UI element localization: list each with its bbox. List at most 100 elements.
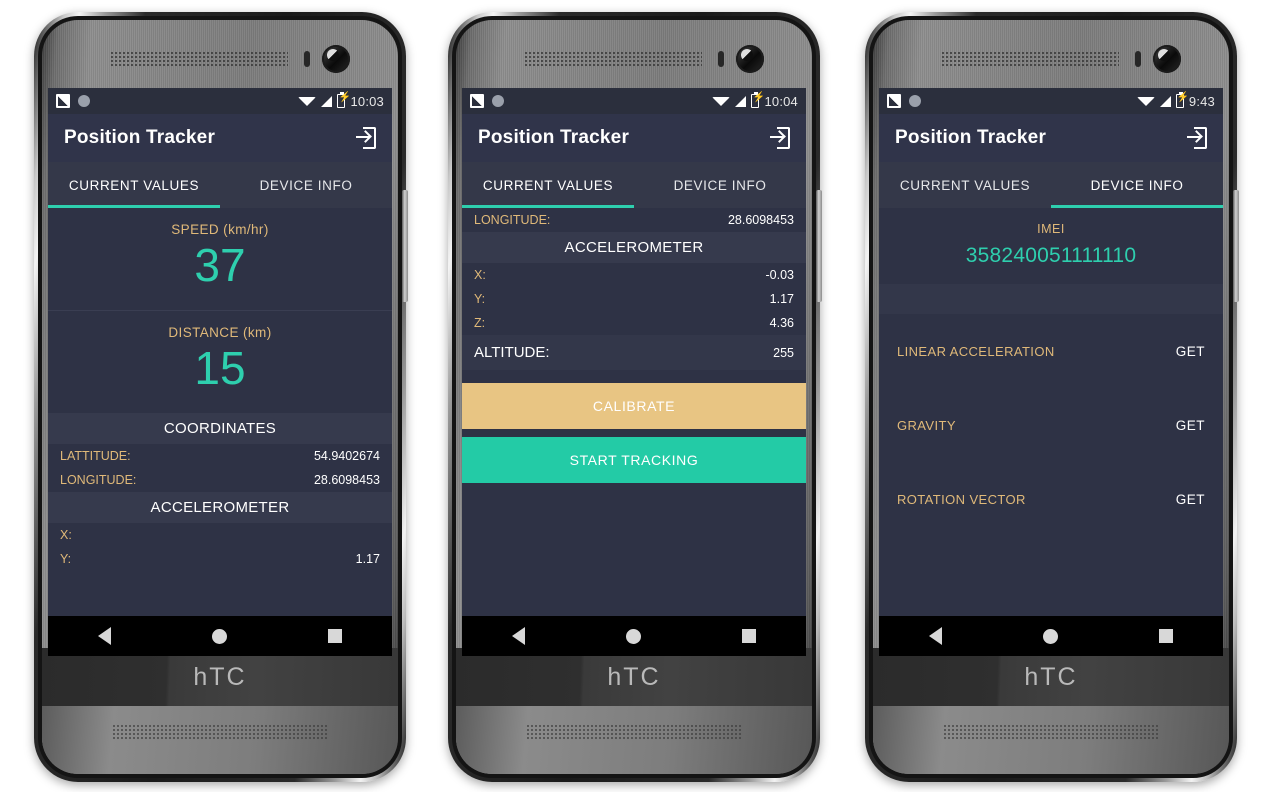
logout-icon[interactable]	[356, 127, 376, 149]
tab-current-values[interactable]: CURRENT VALUES	[462, 162, 634, 208]
phone-top-zone	[873, 20, 1229, 96]
accelerometer-header: ACCELEROMETER	[462, 232, 806, 263]
htc-logo: hTC	[193, 662, 247, 691]
tab-device-info[interactable]: DEVICE INFO	[634, 162, 806, 208]
get-button[interactable]: GET	[1176, 492, 1205, 507]
row-key: Y:	[60, 551, 72, 566]
phone-chin: hTC	[42, 648, 398, 774]
list-item[interactable]: GRAVITY GET	[879, 388, 1223, 462]
row-value: 28.6098453	[727, 213, 794, 227]
bottom-speaker-grille-icon	[873, 706, 1229, 774]
recents-square-icon[interactable]	[327, 629, 342, 643]
volume-rocker-button[interactable]	[402, 190, 408, 302]
tab-current-values[interactable]: CURRENT VALUES	[48, 162, 220, 208]
row-key: LATTITUDE:	[60, 448, 131, 463]
table-row: LATTITUDE: 54.9402674	[48, 443, 392, 468]
list-item[interactable]: ROTATION VECTOR GET	[879, 462, 1223, 536]
tab-device-info[interactable]: DEVICE INFO	[220, 162, 392, 208]
recents-square-icon[interactable]	[741, 629, 756, 643]
wifi-icon	[1136, 96, 1155, 106]
status-bar: 10:03	[48, 88, 392, 114]
tab-current-values[interactable]: CURRENT VALUES	[879, 162, 1051, 208]
phone-screen-2: 10:04 Position Tracker CURRENT VALUES DE…	[462, 88, 806, 656]
screenshot-icon	[56, 94, 70, 108]
imei-block: IMEI 358240051111110	[879, 208, 1223, 284]
home-circle-icon[interactable]	[625, 628, 641, 644]
back-triangle-icon[interactable]	[98, 627, 112, 645]
row-value: 4.36	[769, 316, 794, 330]
circle-icon	[909, 95, 921, 107]
app-bar: Position Tracker	[879, 114, 1223, 162]
phone-top-zone	[42, 20, 398, 96]
distance-label: DISTANCE (km)	[168, 324, 272, 340]
home-circle-icon[interactable]	[211, 628, 227, 644]
row-value: 1.17	[769, 292, 794, 306]
imei-value: 358240051111110	[965, 244, 1137, 267]
row-key: LONGITUDE:	[474, 213, 551, 227]
wifi-icon	[298, 96, 317, 106]
get-button[interactable]: GET	[1176, 418, 1205, 433]
row-value: 255	[773, 345, 794, 360]
front-camera-icon	[736, 45, 764, 73]
front-camera-icon	[322, 45, 350, 73]
circle-icon	[492, 95, 504, 107]
speed-value: 37	[194, 239, 246, 291]
screenshot-icon	[470, 94, 484, 108]
row-value: 28.6098453	[313, 472, 380, 487]
calibrate-button[interactable]: CALIBRATE	[462, 383, 806, 429]
list-item[interactable]: LINEAR ACCELERATION GET	[879, 314, 1223, 388]
brand-strip: hTC	[873, 648, 1229, 706]
page-title: Position Tracker	[895, 127, 1047, 148]
brand-strip: hTC	[42, 648, 398, 706]
row-key: ALTITUDE:	[474, 344, 550, 361]
status-time: 10:04	[764, 93, 798, 109]
get-button[interactable]: GET	[1176, 344, 1205, 359]
htc-logo: hTC	[607, 662, 661, 691]
phone-screen-3: 9:43 Position Tracker CURRENT VALUES DEV…	[879, 88, 1223, 656]
status-bar-left	[887, 94, 921, 108]
screenshot-icon	[887, 94, 901, 108]
status-time: 10:03	[350, 93, 384, 109]
logout-icon[interactable]	[770, 127, 790, 149]
row-key: X:	[60, 527, 72, 542]
logout-icon[interactable]	[1187, 127, 1207, 149]
row-key: LONGITUDE:	[60, 472, 137, 487]
speed-block: SPEED (km/hr) 37	[48, 208, 392, 310]
tab-device-info[interactable]: DEVICE INFO	[1051, 162, 1223, 208]
row-key: Z:	[474, 316, 486, 330]
imei-label: IMEI	[1037, 222, 1065, 236]
battery-charging-icon	[751, 92, 765, 108]
status-bar-right: 10:03	[298, 92, 384, 109]
android-nav-bar	[879, 616, 1223, 656]
status-bar: 10:04	[462, 88, 806, 114]
table-row: X: -0.03	[462, 263, 806, 287]
bottom-grille-dots	[526, 724, 742, 740]
distance-value: 15	[194, 341, 246, 394]
content-area-1: SPEED (km/hr) 37 DISTANCE (km) 15 COORDI…	[48, 208, 392, 656]
speaker-grille-icon	[110, 51, 288, 68]
start-tracking-button[interactable]: START TRACKING	[462, 437, 806, 483]
accelerometer-header: ACCELEROMETER	[48, 491, 392, 523]
volume-rocker-button[interactable]	[816, 190, 822, 302]
app-bar: Position Tracker	[462, 114, 806, 162]
phone-top-zone	[456, 20, 812, 96]
htc-logo: hTC	[1024, 662, 1078, 691]
proximity-sensor-icon	[1135, 51, 1141, 67]
sensor-name: ROTATION VECTOR	[897, 491, 1026, 507]
row-value: -0.03	[765, 268, 795, 282]
home-circle-icon[interactable]	[1042, 628, 1058, 644]
spacer	[462, 429, 806, 437]
phone-device-2: hTC 10:04	[448, 12, 822, 782]
back-triangle-icon[interactable]	[929, 627, 943, 645]
signal-icon	[321, 95, 333, 107]
table-row: LONGITUDE: 28.6098453	[462, 208, 806, 232]
phone-chin: hTC	[873, 648, 1229, 774]
tab-bar: CURRENT VALUES DEVICE INFO	[48, 162, 392, 208]
altitude-row: ALTITUDE: 255	[462, 335, 806, 370]
tab-bar: CURRENT VALUES DEVICE INFO	[462, 162, 806, 208]
back-triangle-icon[interactable]	[512, 627, 526, 645]
phone-chin: hTC	[456, 648, 812, 774]
recents-square-icon[interactable]	[1158, 629, 1173, 643]
table-row: Z: 4.36	[462, 311, 806, 335]
volume-rocker-button[interactable]	[1233, 190, 1239, 302]
